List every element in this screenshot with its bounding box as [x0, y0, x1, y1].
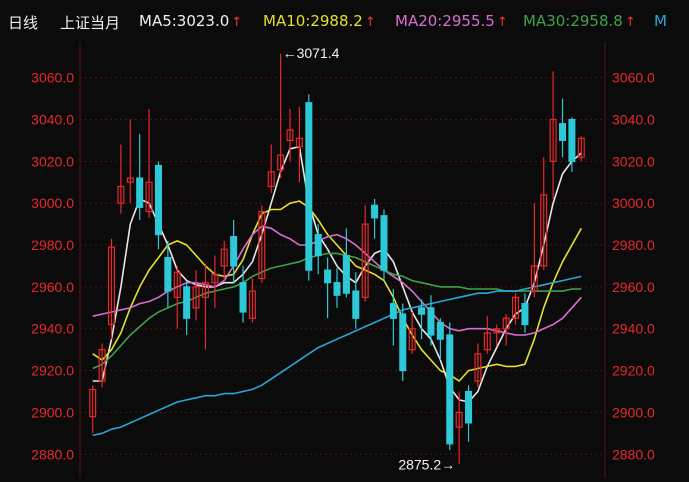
candle-down — [324, 269, 332, 284]
left-tick-label: 2880.0 — [31, 446, 74, 462]
left-tick-label: 2960.0 — [31, 279, 74, 295]
right-tick-label: 3020.0 — [612, 153, 655, 169]
candle-down — [154, 164, 162, 236]
left-tick-label: 2900.0 — [31, 404, 74, 420]
left-tick-label: 3040.0 — [31, 112, 74, 128]
left-tick-label: 3020.0 — [31, 153, 74, 169]
left-tick-label: 2940.0 — [31, 321, 74, 337]
candle-down — [436, 321, 444, 340]
right-tick-label: 2960.0 — [612, 279, 655, 295]
left-tick-label: 3000.0 — [31, 195, 74, 211]
candle-down — [399, 313, 407, 372]
candle-down — [521, 303, 529, 326]
right-tick-label: 2900.0 — [612, 404, 655, 420]
high-annotation: ←3071.4 — [283, 45, 340, 61]
low-annotation: 2875.2→ — [398, 456, 455, 472]
candle-down — [568, 118, 576, 162]
candle-down — [136, 177, 144, 208]
candle-down — [342, 254, 350, 294]
candle-down — [305, 102, 313, 271]
candle-down — [230, 236, 238, 267]
candle-down — [183, 286, 191, 319]
right-tick-label: 2880.0 — [612, 446, 655, 462]
right-tick-label: 3000.0 — [612, 195, 655, 211]
candle-down — [389, 303, 397, 319]
candle-down — [558, 123, 567, 142]
candle-down — [314, 233, 322, 257]
right-tick-label: 2980.0 — [612, 237, 655, 253]
candle-down — [418, 307, 426, 315]
candle-down — [380, 215, 388, 271]
candle-down — [371, 204, 379, 219]
right-tick-label: 3040.0 — [612, 112, 655, 128]
candlestick-chart[interactable]: 2880.0 2900.0 2920.0 2940.0 2960.0 2980.0 3000… — [0, 0, 689, 482]
right-tick-label: 2940.0 — [612, 321, 655, 337]
candle-down — [427, 307, 435, 336]
candle-down — [446, 334, 454, 445]
kline-chart-panel: 日线 上证当月 MA5:3023.0 ↑ MA10:2988.2 ↑ MA20:29… — [0, 0, 689, 482]
candle-down — [239, 282, 247, 313]
candle-down — [164, 256, 172, 292]
candle-down — [465, 390, 473, 424]
candle-down — [352, 290, 360, 319]
candle-down — [333, 282, 341, 296]
right-tick-label: 3060.0 — [612, 70, 655, 86]
left-tick-label: 2920.0 — [31, 363, 74, 379]
right-tick-label: 2920.0 — [612, 363, 655, 379]
left-tick-label: 2980.0 — [31, 237, 74, 253]
left-tick-label: 3060.0 — [31, 70, 74, 86]
